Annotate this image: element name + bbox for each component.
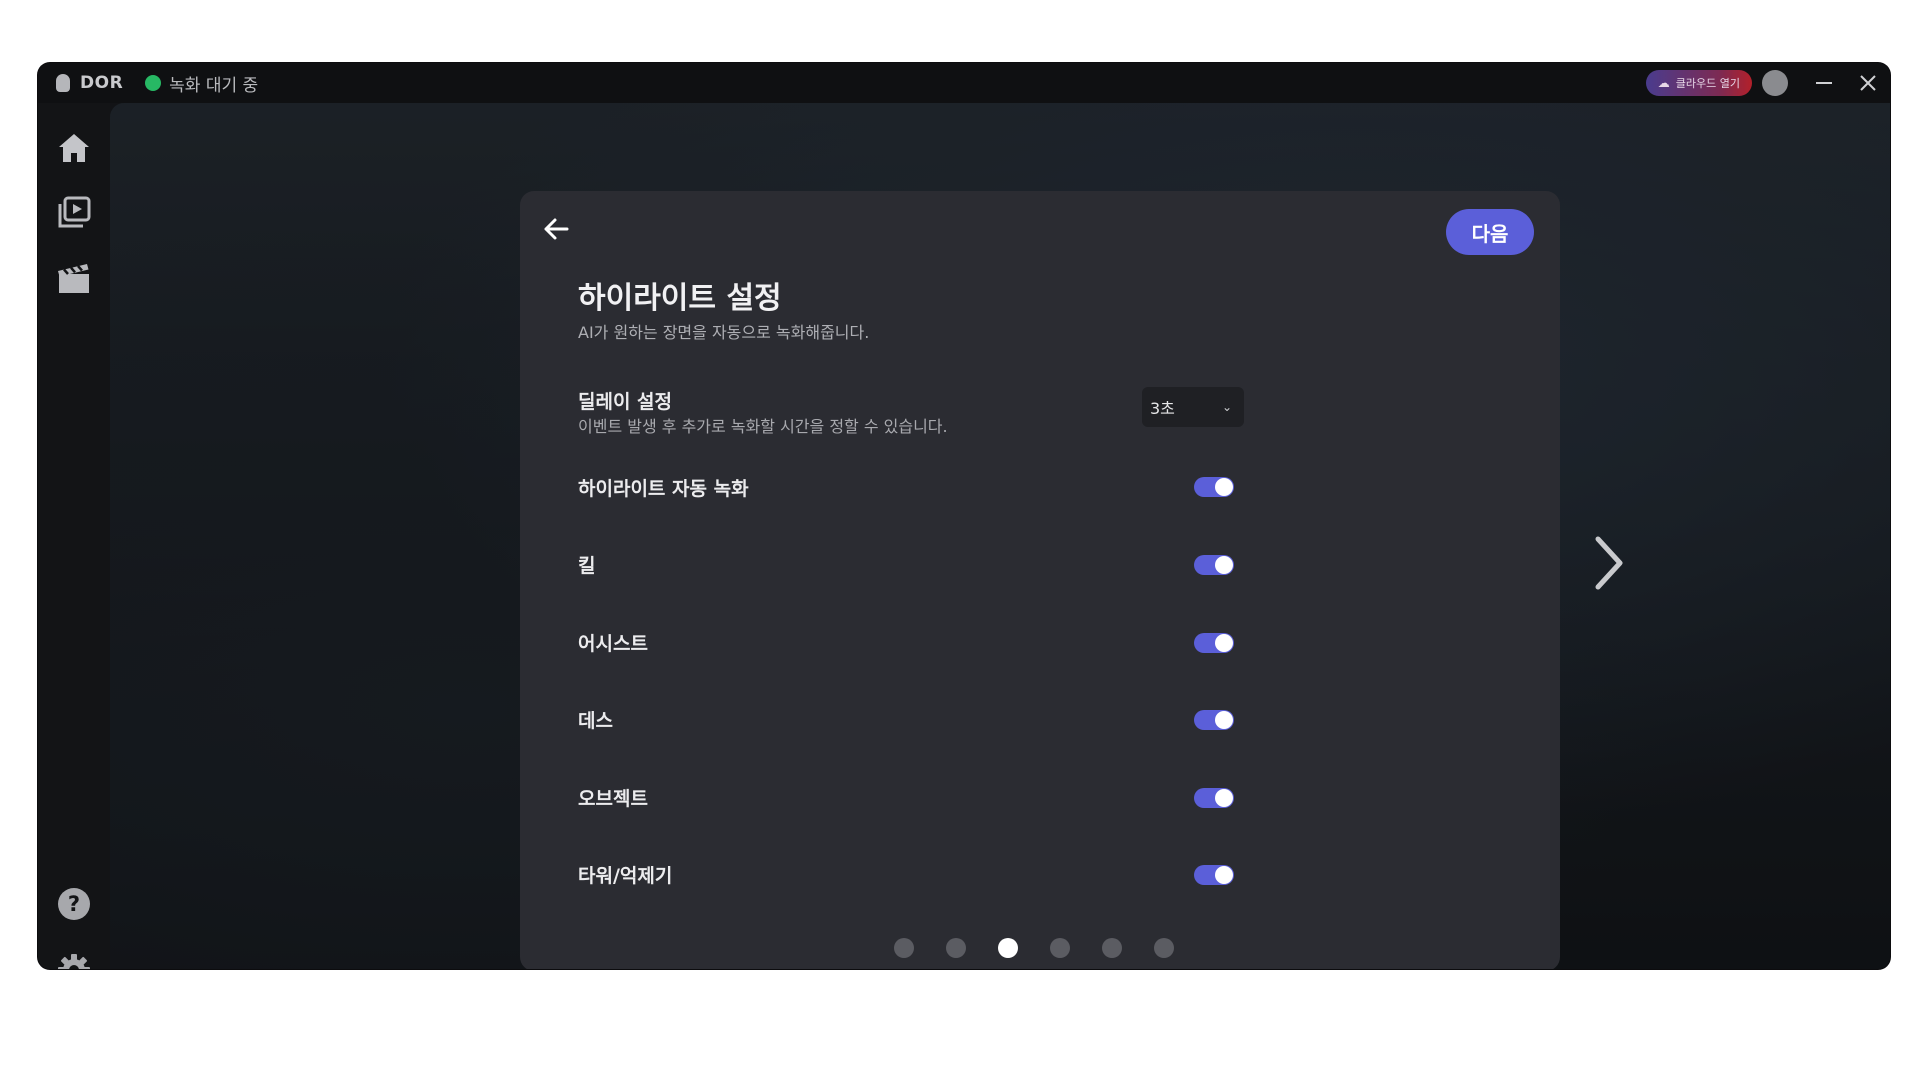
sidebar-item-settings[interactable] [54,950,94,969]
help-icon: ? [58,888,90,920]
close-icon [1860,75,1876,91]
delay-select-value: 3초 [1150,399,1175,418]
pagination-dot[interactable] [1102,938,1122,958]
toggle-label-object: 오브젝트 [578,788,648,810]
sidebar-item-help[interactable]: ? [54,884,94,924]
highlight-settings-panel: 다음 하이라이트 설정 AI가 원하는 장면을 자동으로 녹화해줍니다. 딜레이… [520,191,1560,969]
toggle-kill[interactable] [1194,555,1234,575]
title-bar-controls: ☁ 클라우드 열기 [1645,63,1890,103]
toggle-label-assist: 어시스트 [578,633,648,655]
arrow-left-icon [544,218,569,240]
sidebar-item-videos[interactable] [54,192,94,232]
toggle-tower[interactable] [1194,865,1234,885]
minimize-button[interactable] [1802,63,1846,103]
toggle-label-death: 데스 [578,710,613,732]
delay-setting-description: 이벤트 발생 후 추가로 녹화할 시간을 정할 수 있습니다. [578,417,948,436]
next-slide-arrow-icon[interactable] [1588,533,1628,593]
gear-icon [58,954,90,969]
toggle-label-tower: 타워/억제기 [578,865,673,887]
toggle-assist[interactable] [1194,633,1234,653]
delay-setting-label: 딜레이 설정 [578,391,673,413]
app-window: DOR 녹화 대기 중 ☁ 클라우드 열기 ? 다음 하이라이트 설정 AI가 … [38,63,1890,969]
home-icon [59,134,89,162]
toggle-knob [1215,789,1233,807]
title-bar: DOR 녹화 대기 중 ☁ 클라우드 열기 [38,63,1890,103]
next-button[interactable]: 다음 [1446,209,1534,255]
pagination-dot[interactable] [1050,938,1070,958]
cloud-open-label: 클라우드 열기 [1675,77,1740,90]
pagination-dot[interactable] [894,938,914,958]
pagination-dot[interactable] [946,938,966,958]
toggle-knob [1215,866,1233,884]
toggle-auto-record[interactable] [1194,477,1234,497]
status-text: 녹화 대기 중 [169,75,259,96]
clapperboard-icon [58,264,89,293]
sidebar-item-home[interactable] [54,128,94,168]
close-button[interactable] [1846,63,1890,103]
status-indicator-icon [145,75,162,91]
sidebar: ? [38,103,110,969]
toggle-knob [1215,478,1233,496]
pagination-dot-active[interactable] [998,938,1018,958]
toggle-knob [1215,556,1233,574]
back-button[interactable] [540,213,572,245]
toggle-label-auto-record: 하이라이트 자동 녹화 [578,478,749,500]
cloud-icon: ☁ [1657,76,1670,90]
logo-icon [56,74,70,92]
page-subtitle: AI가 원하는 장면을 자동으로 녹화해줍니다. [578,323,870,342]
sidebar-item-clips[interactable] [54,259,94,299]
toggle-death[interactable] [1194,710,1234,730]
avatar[interactable] [1762,70,1788,96]
app-logo: DOR [56,73,123,93]
minimize-icon [1816,82,1832,84]
svg-text:?: ? [68,892,80,916]
pagination-dots [520,935,1560,958]
toggle-object[interactable] [1194,788,1234,808]
cloud-open-button[interactable]: ☁ 클라우드 열기 [1645,70,1752,96]
pagination-dot[interactable] [1154,938,1174,958]
recording-status: 녹화 대기 중 [145,71,258,96]
delay-select[interactable]: 3초 ⌄ [1142,387,1244,427]
toggle-label-kill: 킬 [578,555,596,577]
toggle-knob [1215,634,1233,652]
toggle-knob [1215,711,1233,729]
video-library-icon [58,196,91,228]
chevron-down-icon: ⌄ [1221,400,1232,414]
app-name: DOR [80,73,124,93]
content-background: 다음 하이라이트 설정 AI가 원하는 장면을 자동으로 녹화해줍니다. 딜레이… [110,103,1890,969]
page-title: 하이라이트 설정 [578,281,782,316]
